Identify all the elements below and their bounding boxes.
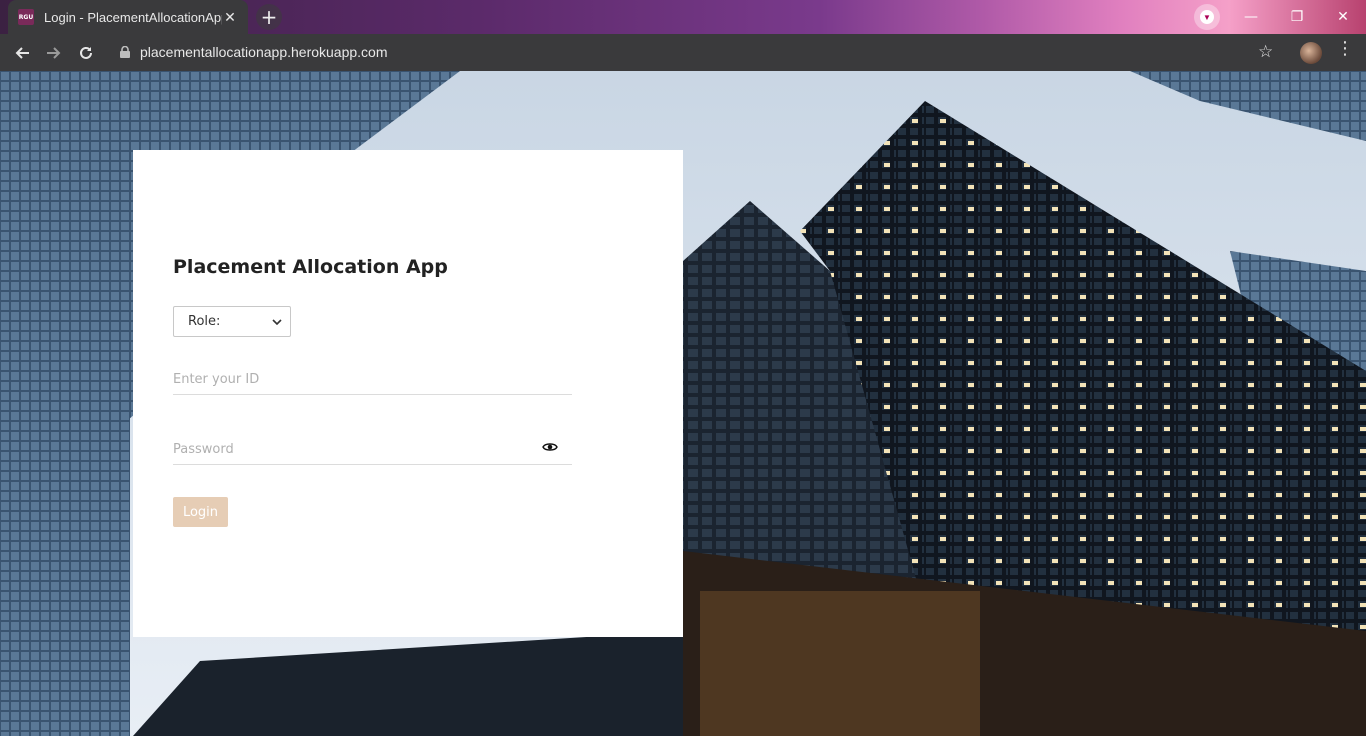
password-placeholder: Password <box>173 442 234 457</box>
eye-icon[interactable] <box>542 442 572 457</box>
browser-tab[interactable]: RGU Login - PlacementAllocationApp ✕ <box>8 0 248 34</box>
password-field[interactable]: Password <box>173 435 572 465</box>
browser-toolbar: placementallocationapp.herokuapp.com ☆ ⋮ <box>0 34 1366 72</box>
minimize-button[interactable]: — <box>1228 0 1274 34</box>
forward-arrow-icon[interactable] <box>39 38 69 68</box>
tab-strip: RGU Login - PlacementAllocationApp ✕ + ▼… <box>0 0 1366 34</box>
id-placeholder: Enter your ID <box>173 372 260 387</box>
role-select[interactable]: Role: <box>173 306 291 337</box>
favicon-icon: RGU <box>18 9 34 25</box>
restore-button[interactable]: ❐ <box>1274 0 1320 34</box>
id-field[interactable]: Enter your ID <box>173 365 572 395</box>
avatar[interactable] <box>1300 42 1322 64</box>
page-background: Placement Allocation App Role: Enter you… <box>0 71 1366 736</box>
url-text: placementallocationapp.herokuapp.com <box>140 44 388 60</box>
login-card: Placement Allocation App Role: Enter you… <box>133 150 683 637</box>
close-icon[interactable]: ✕ <box>222 9 238 25</box>
tab-title: Login - PlacementAllocationApp <box>44 9 222 25</box>
lock-icon <box>120 46 130 58</box>
star-icon[interactable]: ☆ <box>1258 42 1273 62</box>
window-close-button[interactable]: ✕ <box>1320 0 1366 34</box>
address-bar[interactable]: placementallocationapp.herokuapp.com <box>108 38 1288 66</box>
chevron-down-icon: ▼ <box>1200 10 1214 24</box>
kebab-menu-icon[interactable]: ⋮ <box>1336 40 1354 58</box>
tab-search-button[interactable]: ▼ <box>1194 4 1220 30</box>
role-select-value: Role: <box>188 314 221 329</box>
chevron-down-icon <box>272 314 282 329</box>
back-arrow-icon[interactable] <box>7 38 37 68</box>
login-button[interactable]: Login <box>173 497 228 527</box>
page-title: Placement Allocation App <box>173 256 448 278</box>
new-tab-button[interactable]: + <box>256 4 282 30</box>
reload-icon[interactable] <box>71 38 101 68</box>
